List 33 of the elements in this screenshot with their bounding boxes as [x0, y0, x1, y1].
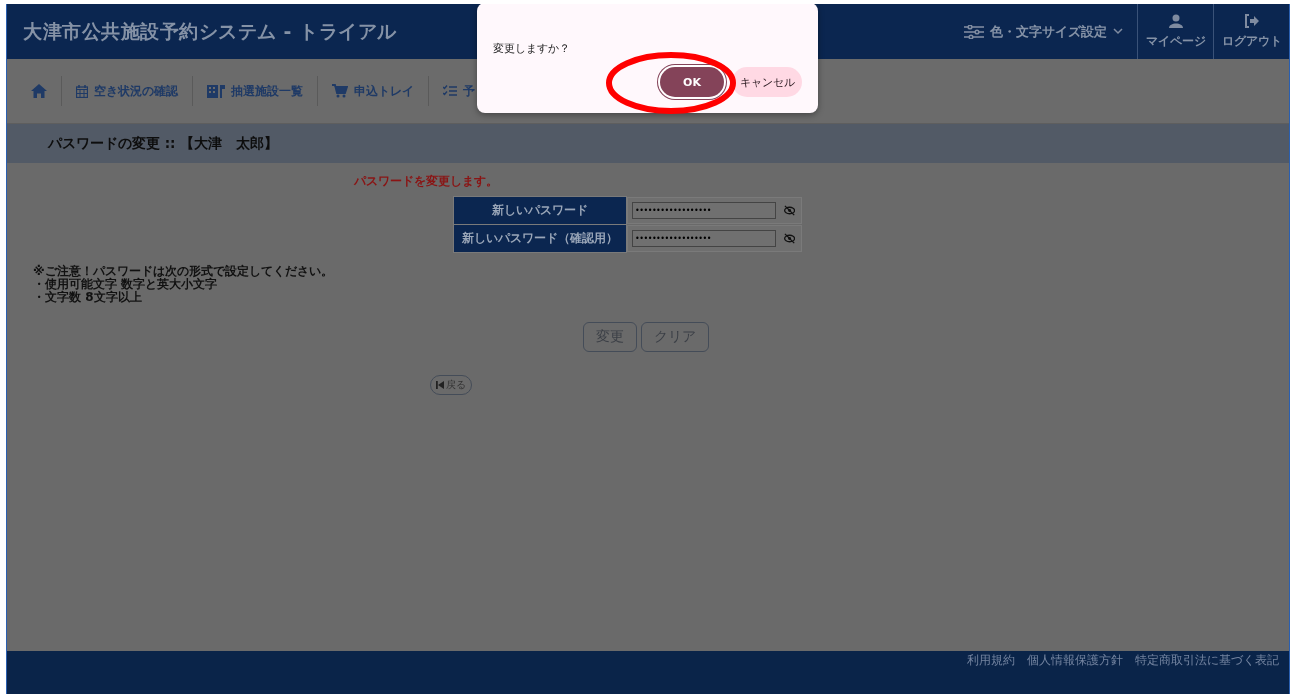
chevron-down-icon [1113, 28, 1123, 35]
home-icon [31, 84, 47, 98]
nav-link[interactable]: 空き状況の確認 [62, 82, 192, 100]
dialog-message: 変更しますか？ [493, 41, 571, 56]
password-field[interactable]: •••••••••••••••••• [632, 201, 776, 219]
note-text: ・文字数 8文字以上 [33, 291, 142, 304]
nav-link[interactable]: 申込トレイ [318, 82, 428, 100]
field-label: 新しいパスワード [453, 196, 627, 225]
skip-back-icon [436, 381, 444, 389]
password-field[interactable]: •••••••••••••••••• [632, 229, 776, 247]
footer-link[interactable]: 個人情報保護方針 [1027, 653, 1123, 668]
cancel-button[interactable]: キャンセル [732, 67, 802, 97]
note-text: ※ご注意！パスワードは次の形式で設定してください。 [33, 265, 334, 278]
footer-link[interactable]: 特定商取引法に基づく表記 [1135, 653, 1279, 668]
person-icon [1168, 13, 1183, 28]
site-title: 大津市公共施設予約システム - トライアル [23, 18, 397, 44]
page-title: パスワードの変更 :: 【大津 太郎】 [48, 134, 279, 153]
calendar-icon [76, 84, 88, 98]
sliders-icon [964, 24, 984, 39]
field-label: 新しいパスワード（確認用） [453, 224, 627, 253]
cart-icon [332, 84, 348, 98]
footer-link[interactable]: 利用規約 [967, 653, 1015, 668]
checklist-icon [443, 85, 457, 97]
logout-icon [1243, 13, 1260, 28]
settings-menu[interactable]: 色・文字サイズ設定 [950, 4, 1137, 59]
eye-slash-icon[interactable] [783, 204, 795, 216]
info-message: パスワードを変更します。 [354, 173, 499, 190]
eye-slash-icon[interactable] [783, 232, 795, 244]
ok-button[interactable]: OK [660, 67, 724, 97]
nav-link[interactable]: 予 [429, 82, 489, 100]
nav-link[interactable]: 抽選施設一覧 [193, 82, 317, 100]
building-icon [207, 84, 225, 98]
note-text: ・使用可能文字 数字と英大小文字 [33, 278, 218, 291]
